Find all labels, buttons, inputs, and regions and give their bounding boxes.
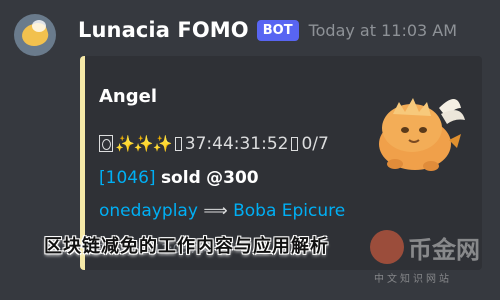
count-value: 0/7 xyxy=(301,134,329,154)
username[interactable]: Lunacia FOMO xyxy=(78,18,249,42)
embed-line-timer: ✨✨✨ 37:44:31:52 0/7 xyxy=(99,134,329,154)
timer-value: 37:44:31:52 xyxy=(184,134,289,154)
avatar-highlight xyxy=(32,20,46,32)
watermark: 币金网 中文知识网站 xyxy=(368,226,498,294)
buyer-link[interactable]: Boba Epicure xyxy=(233,201,345,221)
embed-title: Angel xyxy=(99,86,158,107)
arrow-icon: ⟹ xyxy=(203,201,228,221)
axie-thumbnail-icon[interactable] xyxy=(357,78,477,178)
unknown-glyph-icon xyxy=(99,135,113,152)
price-value: @300 xyxy=(206,168,259,188)
unknown-glyph-icon xyxy=(291,137,299,151)
message-avatar[interactable] xyxy=(14,14,56,56)
sold-label: sold xyxy=(160,168,201,188)
seller-link[interactable]: onedayplay xyxy=(99,201,198,221)
embed-line-sale: [1046] sold @300 xyxy=(99,168,259,188)
message-timestamp[interactable]: Today at 11:03 AM xyxy=(309,21,457,40)
watermark-logo-icon xyxy=(370,230,404,264)
overlay-caption: 区块链减免的工作内容与应用解析 xyxy=(44,236,329,257)
bot-badge: BOT xyxy=(256,19,299,41)
axie-id-link[interactable]: [1046] xyxy=(99,168,156,188)
unknown-glyph-icon xyxy=(174,137,182,151)
watermark-subtitle: 中文知识网站 xyxy=(374,274,452,285)
watermark-title: 币金网 xyxy=(408,236,480,264)
message-header: Lunacia FOMO BOT Today at 11:03 AM xyxy=(78,12,457,48)
sparkles-icon: ✨✨✨ xyxy=(115,134,173,153)
embed-line-transfer: onedayplay ⟹ Boba Epicure xyxy=(99,201,345,221)
